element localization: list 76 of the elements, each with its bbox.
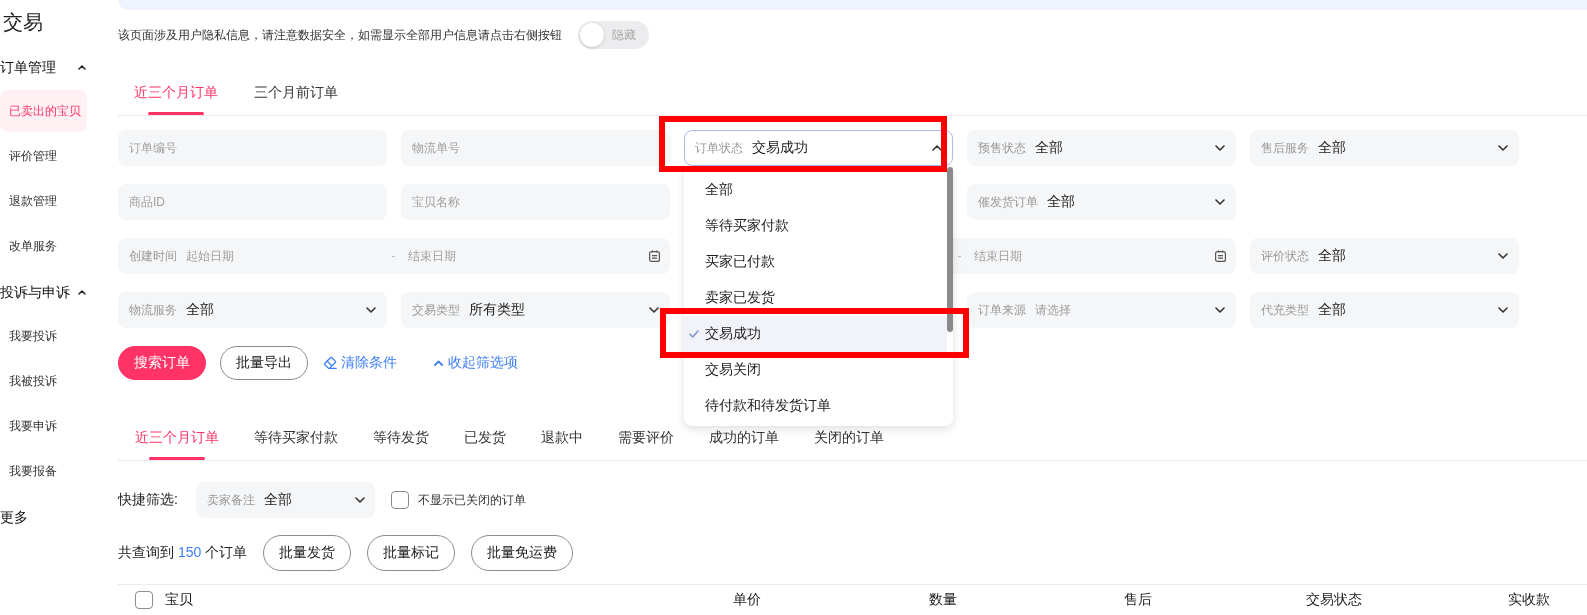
tab[interactable]: 等待买家付款 xyxy=(254,417,338,460)
chevron-down-icon xyxy=(1498,145,1508,151)
checkmark-icon xyxy=(689,330,699,338)
batch-action-button[interactable]: 批量标记 xyxy=(367,535,456,571)
dropdown-option[interactable]: 交易成功 xyxy=(684,316,947,352)
dropdown-option[interactable]: 交易关闭 xyxy=(684,352,947,388)
export-button[interactable]: 批量导出 xyxy=(220,346,308,380)
select-field[interactable]: 催发货订单 全部 xyxy=(967,184,1236,220)
column-header: 售后 xyxy=(1124,590,1152,609)
checkbox[interactable] xyxy=(390,491,409,509)
checkbox-label: 不显示已关闭的订单 xyxy=(417,491,526,509)
tab[interactable]: 三个月前订单 xyxy=(254,73,338,115)
chevron-down-icon xyxy=(649,307,659,313)
column-header: 实收款 xyxy=(1508,590,1550,609)
calendar-icon xyxy=(1215,250,1226,262)
eraser-icon xyxy=(323,356,337,370)
tab-indicator xyxy=(149,457,205,460)
sidebar-item[interactable]: 我要投诉 xyxy=(0,315,87,357)
chevron-down-icon xyxy=(1215,145,1225,151)
scrollbar-thumb[interactable] xyxy=(947,167,953,332)
select-field[interactable]: 卖家备注 全部 xyxy=(195,482,375,518)
chevron-up-icon xyxy=(932,145,942,151)
dropdown-option[interactable]: 全部 xyxy=(684,172,947,208)
checkbox[interactable] xyxy=(135,590,153,609)
text-input[interactable]: 订单编号 xyxy=(118,130,387,166)
tab[interactable]: 近三个月订单 xyxy=(135,417,219,460)
privacy-notice: 该页面涉及用户隐私信息，请注意数据安全，如需显示全部用户信息请点击右侧按钮 xyxy=(118,26,562,44)
search-button[interactable]: 搜索订单 xyxy=(118,346,206,380)
sidebar-link[interactable]: 更多 xyxy=(0,495,28,540)
select-field[interactable]: 订单状态 交易成功 xyxy=(684,130,953,166)
sidebar-item[interactable]: 退款管理 xyxy=(0,180,87,222)
select-field[interactable]: 预售状态 全部 xyxy=(967,130,1236,166)
chevron-up-icon xyxy=(434,360,443,366)
chevron-down-icon xyxy=(1498,307,1508,313)
tab[interactable]: 近三个月订单 xyxy=(134,73,218,115)
calendar-icon xyxy=(649,250,660,262)
chevron-down-icon xyxy=(1215,307,1225,313)
select-field[interactable]: 售后服务 全部 xyxy=(1250,130,1519,166)
tab[interactable]: 已发货 xyxy=(464,417,506,460)
sidebar-item[interactable]: 我被投诉 xyxy=(0,360,87,402)
chevron-down-icon xyxy=(1215,199,1225,205)
select-field[interactable]: 评价状态 全部 xyxy=(1250,238,1519,274)
chevron-down-icon xyxy=(1498,253,1508,259)
sidebar-group-header[interactable]: 订单管理 xyxy=(0,45,86,90)
sidebar-group-header[interactable]: 投诉与申诉 xyxy=(0,270,86,315)
tab-indicator xyxy=(148,112,204,115)
sidebar-item[interactable]: 评价管理 xyxy=(0,135,87,177)
text-input[interactable]: 物流单号 xyxy=(401,130,670,166)
tab[interactable]: 等待发货 xyxy=(373,417,429,460)
sidebar-item[interactable]: 改单服务 xyxy=(0,225,87,267)
text-input[interactable]: 宝贝名称 xyxy=(401,184,670,220)
column-header: 交易状态 xyxy=(1306,590,1362,609)
chevron-down-icon xyxy=(366,307,376,313)
select-field[interactable]: 交易类型 所有类型 xyxy=(401,292,670,328)
column-header: 单价 xyxy=(733,590,761,609)
collapse-filters-link[interactable]: 收起筛选项 xyxy=(434,354,518,372)
dropdown-option[interactable]: 卖家已发货 xyxy=(684,280,947,316)
tab[interactable]: 需要评价 xyxy=(618,417,674,460)
chevron-up-icon xyxy=(78,290,86,295)
batch-action-button[interactable]: 批量免运费 xyxy=(471,535,574,571)
toggle-knob xyxy=(580,23,604,47)
text-input[interactable]: 商品ID xyxy=(118,184,387,220)
clear-filters-link[interactable]: 清除条件 xyxy=(323,354,397,372)
chevron-down-icon xyxy=(354,497,365,503)
column-header: 数量 xyxy=(929,590,957,609)
column-header: 宝贝 xyxy=(165,590,193,609)
quick-filter-label: 快捷筛选: xyxy=(118,491,178,509)
sidebar-item[interactable]: 我要报备 xyxy=(0,450,87,492)
batch-action-button[interactable]: 批量发货 xyxy=(263,535,352,571)
sidebar-item[interactable]: 我要申诉 xyxy=(0,405,87,447)
select-field[interactable]: 物流服务 全部 xyxy=(118,292,387,328)
page-title: 交易 xyxy=(2,10,43,35)
chevron-up-icon xyxy=(78,65,86,70)
tab[interactable]: 退款中 xyxy=(541,417,583,460)
select-field[interactable]: 代充类型 全部 xyxy=(1250,292,1519,328)
results-summary: 共查询到 150 个订单 xyxy=(118,544,248,562)
